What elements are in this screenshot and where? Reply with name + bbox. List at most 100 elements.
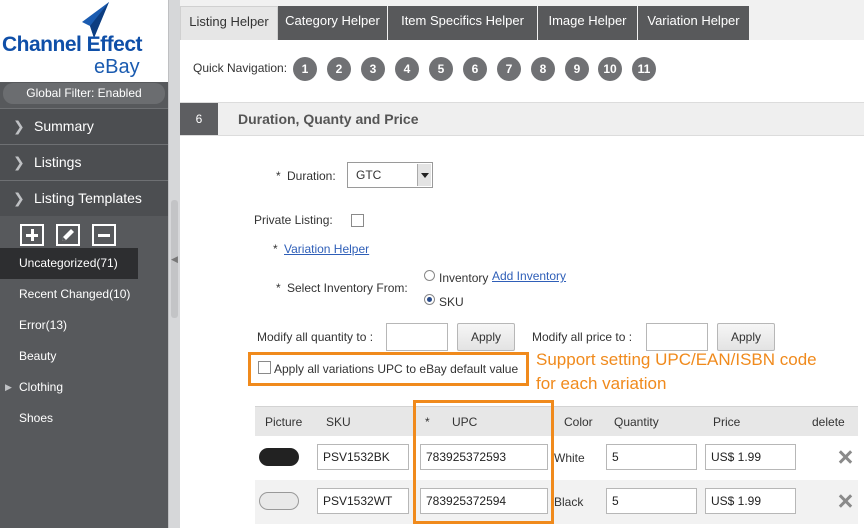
chevron-right-icon: ❯ (13, 154, 25, 170)
quick-nav-1[interactable]: 1 (293, 57, 317, 81)
logo-line2: eBay (94, 56, 140, 78)
table-header: Picture SKU * UPC Color Quantity Price d… (255, 406, 858, 436)
category-item-uncategorized[interactable]: Uncategorized(71) (0, 248, 138, 279)
add-icon[interactable] (20, 224, 44, 246)
quick-nav-label: Quick Navigation: (193, 61, 288, 75)
category-label: Clothing (19, 380, 64, 394)
column-header-quantity: Quantity (614, 415, 659, 429)
color-value: White (554, 451, 585, 465)
section-number: 6 (180, 103, 218, 135)
quick-nav-3[interactable]: 3 (361, 57, 385, 81)
price-input[interactable]: US$ 1.99 (705, 444, 796, 470)
sidebar-item-label: Listings (34, 154, 82, 170)
column-header-price: Price (713, 415, 741, 429)
duration-select[interactable]: GTC (347, 162, 433, 188)
required-mark: * (276, 169, 281, 183)
delete-icon[interactable] (838, 494, 852, 508)
sku-input[interactable]: PSV1532WT (317, 488, 409, 514)
expand-triangle-icon[interactable]: ▶ (5, 372, 12, 403)
sku-input[interactable]: PSV1532BK (317, 444, 409, 470)
delete-icon[interactable] (838, 450, 852, 464)
apply-quantity-button[interactable]: Apply (457, 323, 515, 351)
tab-listing-helper[interactable]: Listing Helper (180, 6, 278, 40)
quantity-input[interactable]: 5 (606, 488, 697, 514)
sku-radio[interactable] (424, 294, 435, 305)
required-mark: * (273, 242, 278, 256)
variation-thumbnail[interactable] (259, 492, 299, 510)
sidebar-splitter[interactable]: ◀ (168, 0, 180, 528)
quantity-input[interactable]: 5 (606, 444, 697, 470)
sidebar-item-label: Summary (34, 118, 94, 134)
category-item-error[interactable]: Error(13) (0, 310, 168, 341)
add-inventory-link[interactable]: Add Inventory (492, 269, 566, 283)
quick-navigation: Quick Navigation: 1 2 3 4 5 6 7 8 9 10 1… (180, 40, 864, 102)
section-title: Duration, Quanty and Price (238, 111, 419, 127)
sidebar: Channel Effect eBay Global Filter: Enabl… (0, 0, 168, 528)
quick-nav-7[interactable]: 7 (497, 57, 521, 81)
tab-variation-helper[interactable]: Variation Helper (638, 6, 750, 40)
side-nav: ❯ Summary ❯ Listings ❯ Listing Templates (0, 108, 168, 216)
category-list: Uncategorized(71) Recent Changed(10) Err… (0, 248, 168, 434)
annotation-line2: for each variation (536, 374, 667, 393)
quick-nav-11[interactable]: 11 (632, 57, 656, 81)
table-row: PSV1532WT 783925372594 Black 5 US$ 1.99 (255, 480, 858, 524)
quick-nav-9[interactable]: 9 (565, 57, 589, 81)
modify-price-input[interactable] (646, 323, 708, 351)
category-item-recent-changed[interactable]: Recent Changed(10) (0, 279, 168, 310)
sku-option-label: SKU (439, 295, 464, 309)
apply-upc-default-checkbox[interactable] (258, 361, 271, 374)
apply-price-button[interactable]: Apply (717, 323, 775, 351)
table-row: PSV1532BK 783925372593 White 5 US$ 1.99 (255, 436, 858, 480)
required-mark: * (276, 281, 281, 295)
quick-nav-4[interactable]: 4 (395, 57, 419, 81)
quick-nav-6[interactable]: 6 (463, 57, 487, 81)
column-header-delete: delete (812, 415, 845, 429)
quick-nav-5[interactable]: 5 (429, 57, 453, 81)
quick-nav-8[interactable]: 8 (531, 57, 555, 81)
private-listing-label: Private Listing: (254, 213, 333, 227)
modify-quantity-input[interactable] (386, 323, 448, 351)
tab-bar: Listing Helper Category Helper Item Spec… (180, 0, 864, 40)
section-header: 6 Duration, Quanty and Price (180, 102, 864, 136)
annotation-line1: Support setting UPC/EAN/ISBN code (536, 350, 817, 369)
dropdown-arrow-icon[interactable] (417, 164, 431, 186)
modify-price-label: Modify all price to : (532, 330, 633, 344)
modify-quantity-label: Modify all quantity to : (257, 330, 374, 344)
global-filter-badge[interactable]: Global Filter: Enabled (3, 83, 165, 104)
collapse-arrow-icon[interactable]: ◀ (171, 254, 178, 265)
private-listing-checkbox[interactable] (351, 214, 364, 227)
sidebar-item-listings[interactable]: ❯ Listings (0, 144, 168, 180)
remove-icon[interactable] (92, 224, 116, 246)
duration-label: Duration: (287, 169, 336, 183)
chevron-right-icon: ❯ (13, 118, 25, 134)
inventory-option-label: Inventory (439, 271, 489, 285)
color-value: Black (554, 495, 584, 509)
column-header-picture: Picture (265, 415, 303, 429)
quick-nav-10[interactable]: 10 (598, 57, 622, 81)
tab-category-helper[interactable]: Category Helper (278, 6, 388, 40)
sidebar-item-listing-templates[interactable]: ❯ Listing Templates (0, 180, 168, 216)
sidebar-item-summary[interactable]: ❯ Summary (0, 108, 168, 144)
variation-thumbnail[interactable] (259, 448, 299, 466)
category-item-shoes[interactable]: Shoes (0, 403, 168, 434)
tab-item-specifics-helper[interactable]: Item Specifics Helper (388, 6, 538, 40)
inventory-radio[interactable] (424, 270, 435, 281)
category-item-clothing[interactable]: ▶ Clothing (0, 372, 168, 403)
price-input[interactable]: US$ 1.99 (705, 488, 796, 514)
template-toolbar (0, 216, 168, 248)
variation-helper-link[interactable]: Variation Helper (284, 242, 369, 256)
edit-pencil-icon[interactable] (56, 224, 80, 246)
sidebar-item-label: Listing Templates (34, 190, 142, 206)
category-item-beauty[interactable]: Beauty (0, 341, 168, 372)
quick-nav-2[interactable]: 2 (327, 57, 351, 81)
inventory-source-label: Select Inventory From: (287, 281, 408, 295)
tab-image-helper[interactable]: Image Helper (538, 6, 638, 40)
highlight-box-upc-column (413, 400, 554, 524)
duration-value: GTC (356, 168, 382, 182)
apply-upc-default-label: Apply all variations UPC to eBay default… (274, 362, 519, 376)
logo-line1: Channel Effect (2, 33, 143, 56)
chevron-right-icon: ❯ (13, 190, 25, 206)
main-content: Listing Helper Category Helper Item Spec… (180, 0, 864, 528)
column-header-color: Color (564, 415, 593, 429)
channel-effect-logo: Channel Effect eBay (0, 0, 168, 82)
